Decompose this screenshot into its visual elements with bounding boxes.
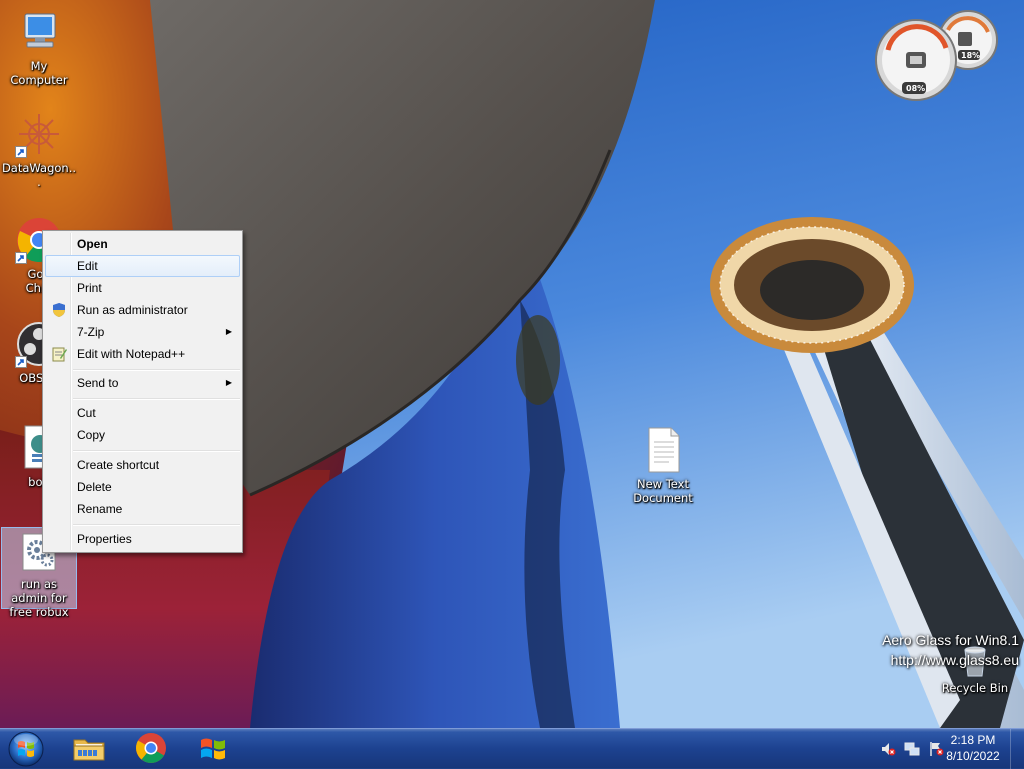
desktop-icon-label: run as admin for free robux [9,577,69,619]
datawagon-icon [15,110,63,158]
menu-item-label: Run as administrator [77,303,188,317]
aero-glass-watermark: Aero Glass for Win8.1 http://www.glass8.… [882,630,1019,670]
shortcut-arrow-icon [15,252,27,264]
submenu-arrow-icon: ▶ [225,327,232,336]
shortcut-arrow-icon [15,356,27,368]
menu-item-label: Copy [77,428,106,442]
menu-item-edit-with-notepad-plus-plus[interactable]: Edit with Notepad++ [45,343,240,365]
taskbar-clock[interactable]: 2:18 PM 8/10/2022 [938,732,1008,764]
text-file-icon [639,426,687,474]
file-context-menu[interactable]: Open Edit Print Run as administrator 7-Z… [42,230,243,553]
menu-item-rename[interactable]: Rename [45,498,240,520]
menu-item-delete[interactable]: Delete [45,476,240,498]
desktop-icon-datawagon[interactable]: DataWagon... [1,110,77,189]
file-explorer-icon [73,739,105,761]
clock-date: 8/10/2022 [946,749,1000,763]
uac-shield-icon [51,302,67,318]
menu-item-label: Properties [77,532,132,546]
menu-item-run-as-administrator[interactable]: Run as administrator [45,299,240,321]
menu-item-7zip[interactable]: 7-Zip ▶ [45,321,240,343]
desktop-icon-label: Recycle Bin [941,681,1009,695]
desktop-icon-label: DataWagon... [1,161,77,189]
menu-separator [73,369,240,371]
menu-separator [73,450,240,452]
notepad-plus-plus-icon [51,346,67,362]
clock-time: 2:18 PM [950,733,996,747]
menu-item-properties[interactable]: Properties [45,528,240,550]
menu-item-label: Edit with Notepad++ [77,347,186,361]
cpu-meter-gadget[interactable]: 08% 18% [872,8,1002,103]
menu-item-label: Print [77,281,102,295]
menu-item-cut[interactable]: Cut [45,402,240,424]
menu-item-label: Rename [77,502,123,516]
menu-item-label: Create shortcut [77,458,160,472]
menu-item-send-to[interactable]: Send to ▶ [45,372,240,394]
menu-separator [73,524,240,526]
volume-muted-icon[interactable] [880,741,896,757]
memory-usage-value: 18% [961,51,981,60]
network-icon[interactable] [904,741,920,757]
menu-item-label: 7-Zip [77,325,105,339]
menu-item-label: Edit [77,259,98,273]
taskbar: 2:18 PM 8/10/2022 [0,728,1024,769]
desktop-icon-label: My Computer [10,59,68,87]
menu-item-open[interactable]: Open [45,233,240,255]
taskbar-file-explorer[interactable] [61,730,117,767]
desktop-icon-new-text-document[interactable]: New Text Document [625,426,701,505]
start-button[interactable] [4,729,52,769]
menu-item-label: Open [77,237,108,251]
my-computer-icon [15,8,63,56]
desktop-icon-my-computer[interactable]: My Computer [1,8,77,87]
system-tray: 2:18 PM 8/10/2022 [854,729,1024,769]
desktop-icon-label: New Text Document [633,477,693,505]
watermark-line-1: Aero Glass for Win8.1 [882,632,1019,648]
shortcut-arrow-icon [15,146,27,158]
menu-item-print[interactable]: Print [45,277,240,299]
menu-item-label: Cut [77,406,96,420]
taskbar-chrome[interactable] [123,730,179,767]
menu-item-edit[interactable]: Edit [45,255,240,277]
menu-item-label: Send to [77,376,119,390]
menu-item-copy[interactable]: Copy [45,424,240,446]
windows-logo-icon [201,738,225,760]
submenu-arrow-icon: ▶ [225,378,232,387]
cpu-usage-value: 08% [906,84,926,93]
menu-separator [73,398,240,400]
show-desktop-button[interactable] [1010,729,1024,769]
chrome-icon [136,733,166,763]
watermark-line-2: http://www.glass8.eu [890,652,1019,668]
menu-item-create-shortcut[interactable]: Create shortcut [45,454,240,476]
menu-item-label: Delete [77,480,112,494]
taskbar-windows-app[interactable] [185,730,241,767]
